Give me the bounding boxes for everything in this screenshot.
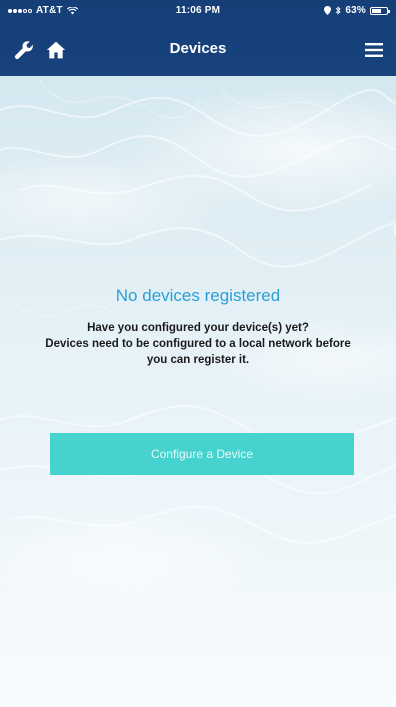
app-header: AT&T 11:06 PM 63% Devices <box>0 0 396 76</box>
status-bar: AT&T 11:06 PM 63% <box>0 0 396 20</box>
battery-percent: 63% <box>345 5 366 16</box>
configure-device-button[interactable]: Configure a Device <box>50 433 354 475</box>
devices-content: No devices registered Have you configure… <box>0 76 396 707</box>
battery-level <box>372 8 381 13</box>
empty-state-message-line: you can register it. <box>146 354 250 366</box>
nav-bar: Devices <box>0 28 396 72</box>
devices-screen: AT&T 11:06 PM 63% Devices No devices reg… <box>0 0 396 707</box>
status-right: 63% <box>324 5 390 16</box>
hamburger-menu-icon <box>365 43 383 57</box>
battery-icon <box>370 6 390 15</box>
empty-state-message-line: Have you configured your device(s) yet? <box>87 322 309 334</box>
page-title: Devices <box>169 40 227 57</box>
bluetooth-icon <box>336 6 342 15</box>
empty-state-message-line: Devices need to be configured to a local… <box>45 338 351 350</box>
empty-state-title: No devices registered <box>115 286 281 305</box>
menu-button[interactable] <box>360 36 388 64</box>
location-icon <box>324 6 332 15</box>
empty-state-message: Have you configured your device(s) yet? … <box>8 320 388 368</box>
